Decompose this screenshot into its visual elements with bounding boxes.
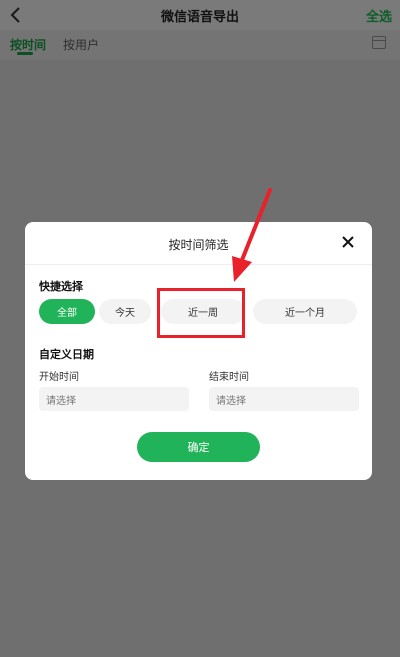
tab-bar: 按时间 按用户 — [0, 30, 400, 60]
tab-active-indicator — [17, 52, 33, 55]
custom-date-title: 自定义日期 — [39, 348, 94, 361]
tab-by-user[interactable]: 按用户 — [63, 36, 99, 53]
quick-option-last-month[interactable]: 近一个月 — [253, 299, 357, 324]
quick-select-title: 快捷选择 — [39, 280, 83, 293]
end-time-label: 结束时间 — [209, 372, 249, 383]
calendar-icon[interactable] — [372, 36, 386, 49]
dialog-title: 按时间筛选 — [168, 238, 229, 252]
start-time-label: 开始时间 — [39, 372, 79, 383]
close-icon[interactable] — [340, 234, 356, 250]
tab-by-time[interactable]: 按时间 — [10, 36, 46, 53]
select-all-button[interactable]: 全选 — [366, 6, 392, 25]
dialog-divider — [25, 264, 372, 265]
end-time-field[interactable]: 请选择 — [209, 387, 359, 411]
filter-by-time-dialog: 按时间筛选 快捷选择 全部 今天 近一周 近一个月 自定义日期 开始时间 请选择… — [25, 222, 372, 480]
highlight-box — [157, 288, 245, 338]
quick-option-today[interactable]: 今天 — [99, 299, 151, 324]
confirm-button[interactable]: 确定 — [137, 432, 260, 462]
page-title: 微信语音导出 — [160, 10, 239, 25]
start-time-field[interactable]: 请选择 — [39, 387, 189, 411]
top-bar: 微信语音导出 全选 — [0, 0, 400, 30]
quick-option-all[interactable]: 全部 — [39, 299, 95, 324]
